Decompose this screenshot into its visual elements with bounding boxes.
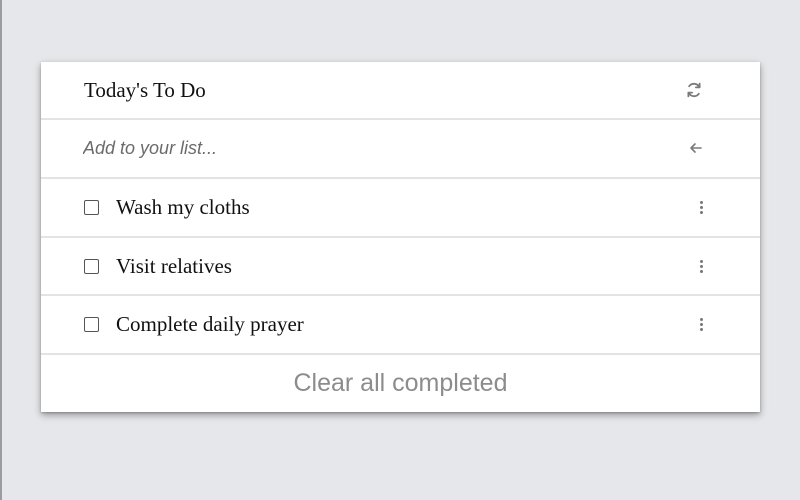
item-checkbox[interactable] xyxy=(84,199,99,215)
list-item: Visit relatives xyxy=(41,238,760,294)
item-label: Wash my cloths xyxy=(116,194,250,219)
add-row xyxy=(41,120,760,176)
refresh-icon[interactable] xyxy=(684,80,704,100)
arrow-left-icon[interactable] xyxy=(686,138,706,158)
more-options-icon[interactable] xyxy=(697,256,705,276)
header-row: Today's To Do xyxy=(41,62,760,118)
add-item-input[interactable] xyxy=(83,133,643,163)
item-checkbox[interactable] xyxy=(84,258,99,274)
list-title: Today's To Do xyxy=(84,77,206,102)
clear-completed-button[interactable]: Clear all completed xyxy=(41,355,760,412)
more-options-icon[interactable] xyxy=(697,314,705,334)
todo-card: Today's To Do Wash my cloths Visit relat xyxy=(41,62,760,412)
item-checkbox[interactable] xyxy=(84,316,99,332)
item-label: Visit relatives xyxy=(116,253,232,278)
window-left-edge xyxy=(0,0,2,500)
list-item: Wash my cloths xyxy=(41,179,760,235)
item-label: Complete daily prayer xyxy=(116,311,304,336)
more-options-icon[interactable] xyxy=(697,197,705,217)
list-item: Complete daily prayer xyxy=(41,296,760,352)
